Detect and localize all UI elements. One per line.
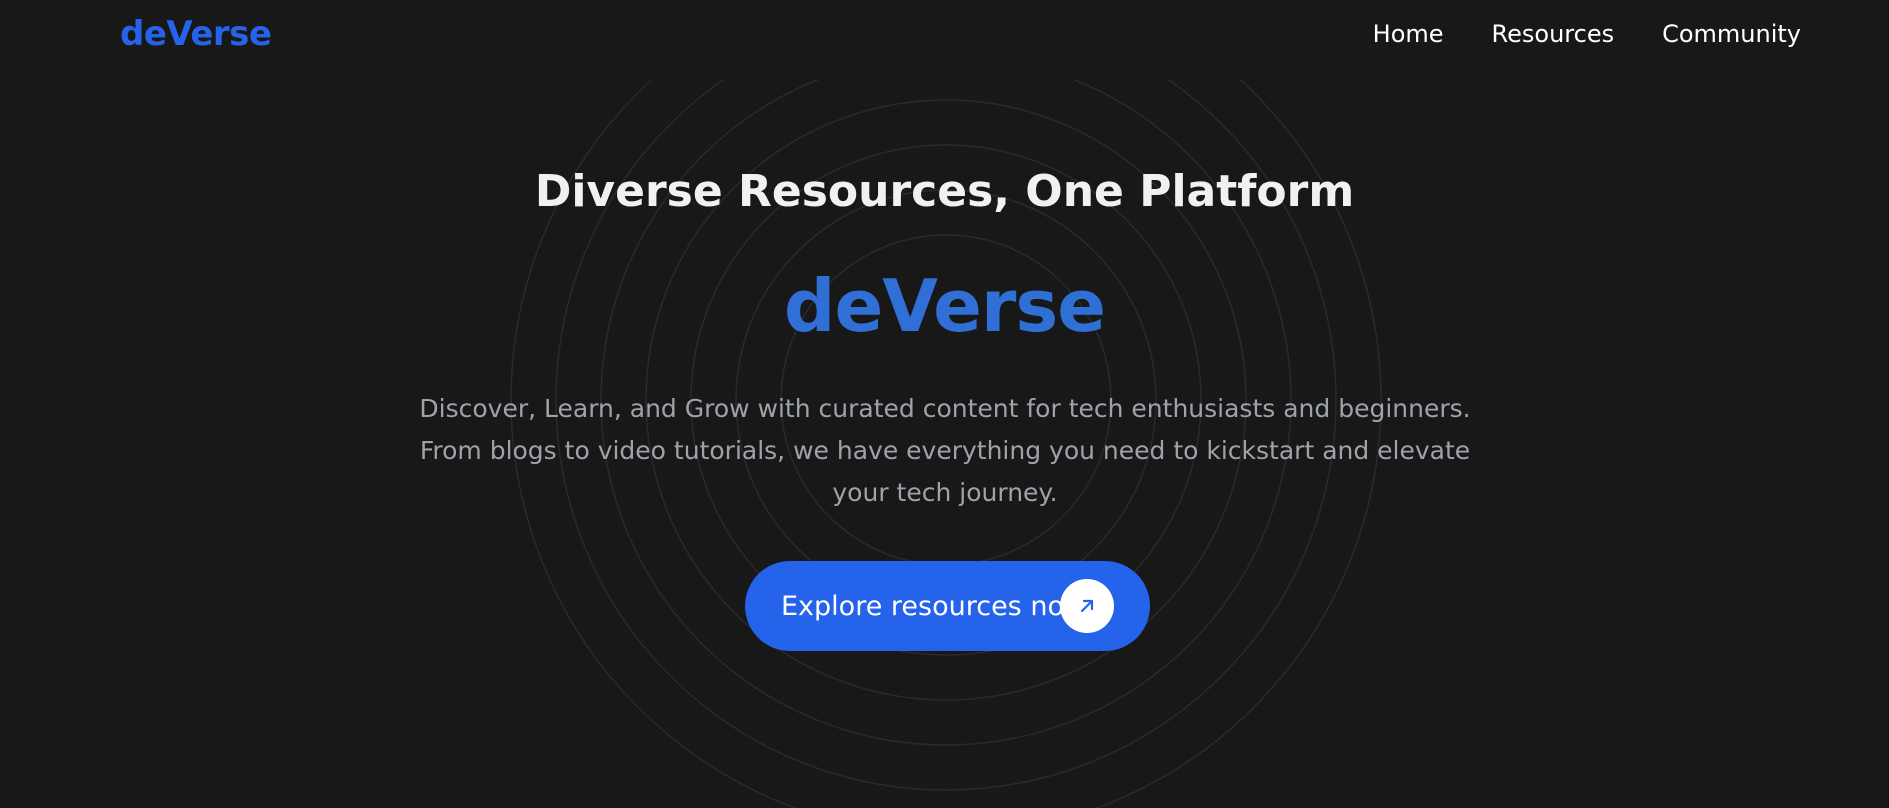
cta-label: Explore resources now [781, 590, 1087, 622]
navbar: deVerse Home Resources Community [0, 0, 1889, 72]
nav-link-community[interactable]: Community [1662, 20, 1801, 48]
nav-link-resources[interactable]: Resources [1492, 20, 1615, 48]
hero-description: Discover, Learn, and Grow with curated c… [419, 394, 1471, 507]
hero-title: Diverse Resources, One Platform [534, 166, 1355, 217]
nav-link-home[interactable]: Home [1373, 20, 1444, 48]
explore-resources-button[interactable]: Explore resources now [745, 561, 1150, 651]
nav-links: Home Resources Community [1373, 20, 1801, 48]
landing-page: deVerse Home Resources Community Diverse… [0, 0, 1889, 808]
brand-logo[interactable]: deVerse [120, 14, 272, 54]
hero-brand: deVerse [783, 264, 1106, 348]
arrow-up-right-icon [1060, 579, 1114, 633]
